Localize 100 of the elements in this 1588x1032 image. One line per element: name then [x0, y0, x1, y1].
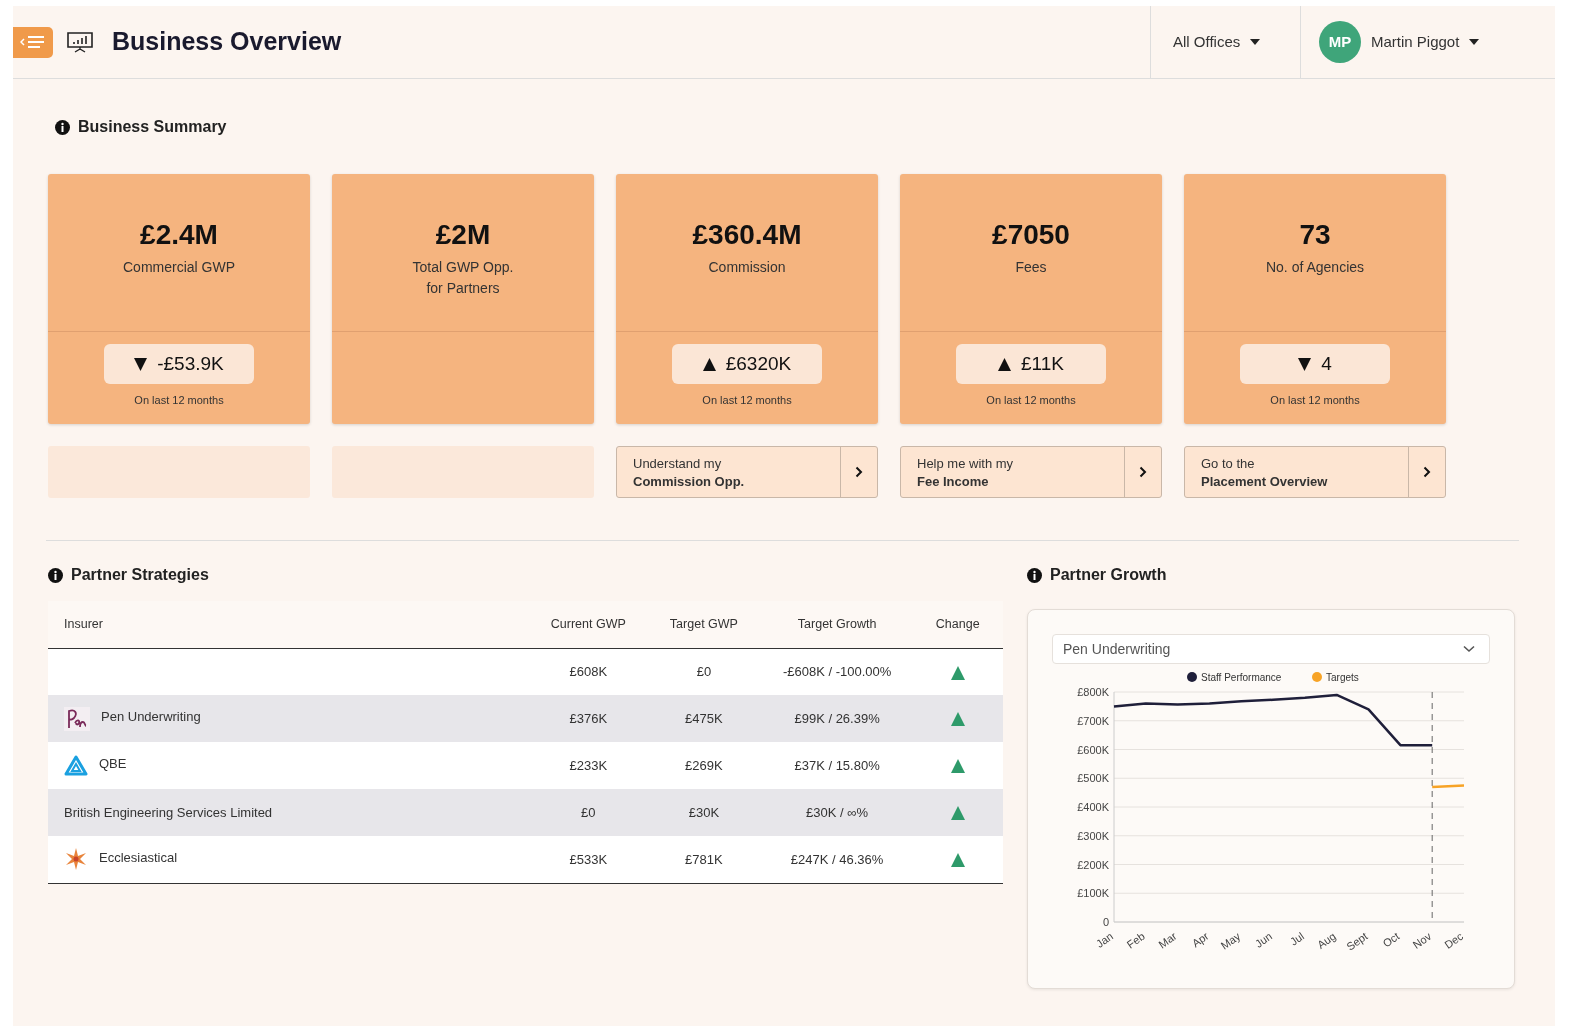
table-cell: £781K — [646, 836, 762, 883]
column-header: Target GWP — [646, 601, 762, 648]
change-note: On last 12 months — [986, 393, 1076, 408]
chevron-right-icon — [1139, 466, 1147, 478]
x-tick-label: Dec — [1442, 929, 1466, 951]
y-tick-label: 0 — [1102, 916, 1109, 928]
table-cell: £99K / 26.39% — [761, 695, 913, 742]
up-triangle-icon — [702, 357, 716, 371]
kpi-value: £7050 — [992, 220, 1070, 251]
insurer-name: British Engineering Services Limited — [64, 803, 273, 822]
up-triangle-icon — [950, 759, 965, 774]
section-title: Partner Strategies — [71, 565, 209, 585]
change-note: On last 12 months — [702, 393, 792, 408]
y-tick-label: £500K — [1077, 772, 1109, 785]
table-cell: £0 — [646, 648, 762, 695]
kpi-value: £2M — [435, 220, 491, 251]
x-tick-label: Jun — [1252, 929, 1275, 950]
x-tick-label: Apr — [1189, 929, 1211, 950]
chevron-right-icon — [1423, 466, 1431, 478]
office-dropdown[interactable]: All Offices — [1173, 30, 1261, 54]
table-cell: £376K — [530, 695, 647, 742]
down-triangle-icon — [1298, 357, 1312, 371]
up-triangle-icon — [950, 806, 965, 821]
action-button[interactable]: Understand my Commission Opp. — [616, 446, 878, 498]
y-tick-label: £300K — [1077, 829, 1109, 842]
user-menu[interactable]: MP Martin Piggot — [1319, 21, 1480, 63]
change-note: On last 12 months — [134, 393, 224, 408]
change-value: 4 — [1321, 351, 1332, 376]
change-value: -£53.9K — [157, 351, 224, 376]
up-triangle-icon — [950, 665, 965, 680]
info-icon — [55, 119, 70, 135]
insurer-name: QBE — [99, 754, 127, 773]
page-title: Business Overview — [112, 26, 342, 58]
action-button[interactable]: Help me with my Fee Income — [900, 446, 1162, 498]
kpi-label: No. of Agencies — [1265, 257, 1365, 277]
table-cell: £37K / 15.80% — [761, 742, 913, 789]
x-tick-label: Jul — [1287, 929, 1307, 948]
table-cell: £533K — [530, 836, 647, 883]
y-tick-label: £800K — [1077, 686, 1109, 698]
column-header: Change — [912, 601, 1003, 648]
table-cell: £269K — [646, 742, 762, 789]
chevron-right-icon — [855, 466, 863, 478]
x-tick-label: Aug — [1314, 929, 1338, 951]
y-tick-label: £700K — [1077, 714, 1109, 727]
kpi-label: Commercial GWP — [123, 257, 235, 277]
change-value: £11K — [1021, 351, 1064, 376]
up-triangle-icon — [998, 357, 1011, 371]
insurer-name: Pen Underwriting — [101, 707, 201, 726]
legend-item: Staff Performance — [1187, 672, 1282, 683]
y-tick-label: £200K — [1077, 858, 1109, 871]
column-header: Target Growth — [761, 601, 913, 648]
change-value: £6320K — [725, 351, 792, 376]
info-icon — [48, 567, 63, 583]
presentation-chart-icon — [66, 30, 94, 54]
up-triangle-icon — [950, 712, 965, 727]
y-tick-label: £600K — [1077, 743, 1109, 756]
x-tick-label: Mar — [1156, 929, 1179, 951]
up-triangle-icon — [950, 853, 965, 868]
triangle-logo-icon — [64, 754, 88, 777]
down-triangle-icon — [134, 357, 148, 371]
kpi-label: Commission — [708, 257, 786, 277]
table-cell: £0 — [530, 789, 647, 836]
action-button[interactable]: Go to the Placement Overview — [1184, 446, 1446, 498]
x-tick-label: Oct — [1380, 929, 1402, 950]
menu-button[interactable] — [13, 26, 53, 58]
x-tick-label: Feb — [1124, 929, 1147, 951]
caret-icon — [1250, 39, 1261, 45]
table-cell: -£608K / -100.00% — [761, 648, 913, 695]
x-tick-label: Sept — [1344, 929, 1370, 953]
table-cell: £30K — [646, 789, 762, 836]
x-tick-label: Jan — [1093, 929, 1116, 950]
chevron-down-icon — [1463, 645, 1475, 653]
data-line — [1432, 784, 1465, 789]
table-cell: £233K — [530, 742, 647, 789]
partner-select[interactable]: Pen Underwriting — [1052, 634, 1490, 664]
caret-icon — [1469, 39, 1480, 45]
table-cell: £247K / 46.36% — [761, 836, 913, 883]
x-tick-label: May — [1218, 929, 1243, 952]
section-title: Partner Growth — [1050, 565, 1167, 585]
user-avatar: MP — [1319, 21, 1361, 63]
table-cell: £475K — [646, 695, 762, 742]
menu-icon — [20, 34, 46, 50]
kpi-value: £360.4M — [692, 220, 802, 251]
table-cell: £608K — [530, 648, 647, 695]
section-title: Business Summary — [78, 117, 227, 137]
column-header: Insurer — [48, 601, 531, 648]
kpi-label: Fees — [1015, 257, 1047, 277]
insurer-name: Ecclesiastical — [99, 848, 178, 867]
pen-script-icon — [64, 706, 90, 731]
table-cell: £30K / ∞% — [761, 789, 913, 836]
kpi-value: £2.4M — [140, 220, 218, 251]
y-tick-label: £100K — [1077, 887, 1109, 900]
column-header: Current GWP — [530, 601, 647, 648]
change-note: On last 12 months — [1270, 393, 1360, 408]
kpi-value: 73 — [1299, 220, 1331, 251]
kpi-label: Total GWP Opp. for Partners — [412, 257, 514, 298]
x-tick-label: Nov — [1410, 929, 1434, 951]
legend-label: Targets — [1326, 672, 1359, 683]
info-icon — [1027, 567, 1042, 583]
y-tick-label: £400K — [1077, 801, 1109, 813]
